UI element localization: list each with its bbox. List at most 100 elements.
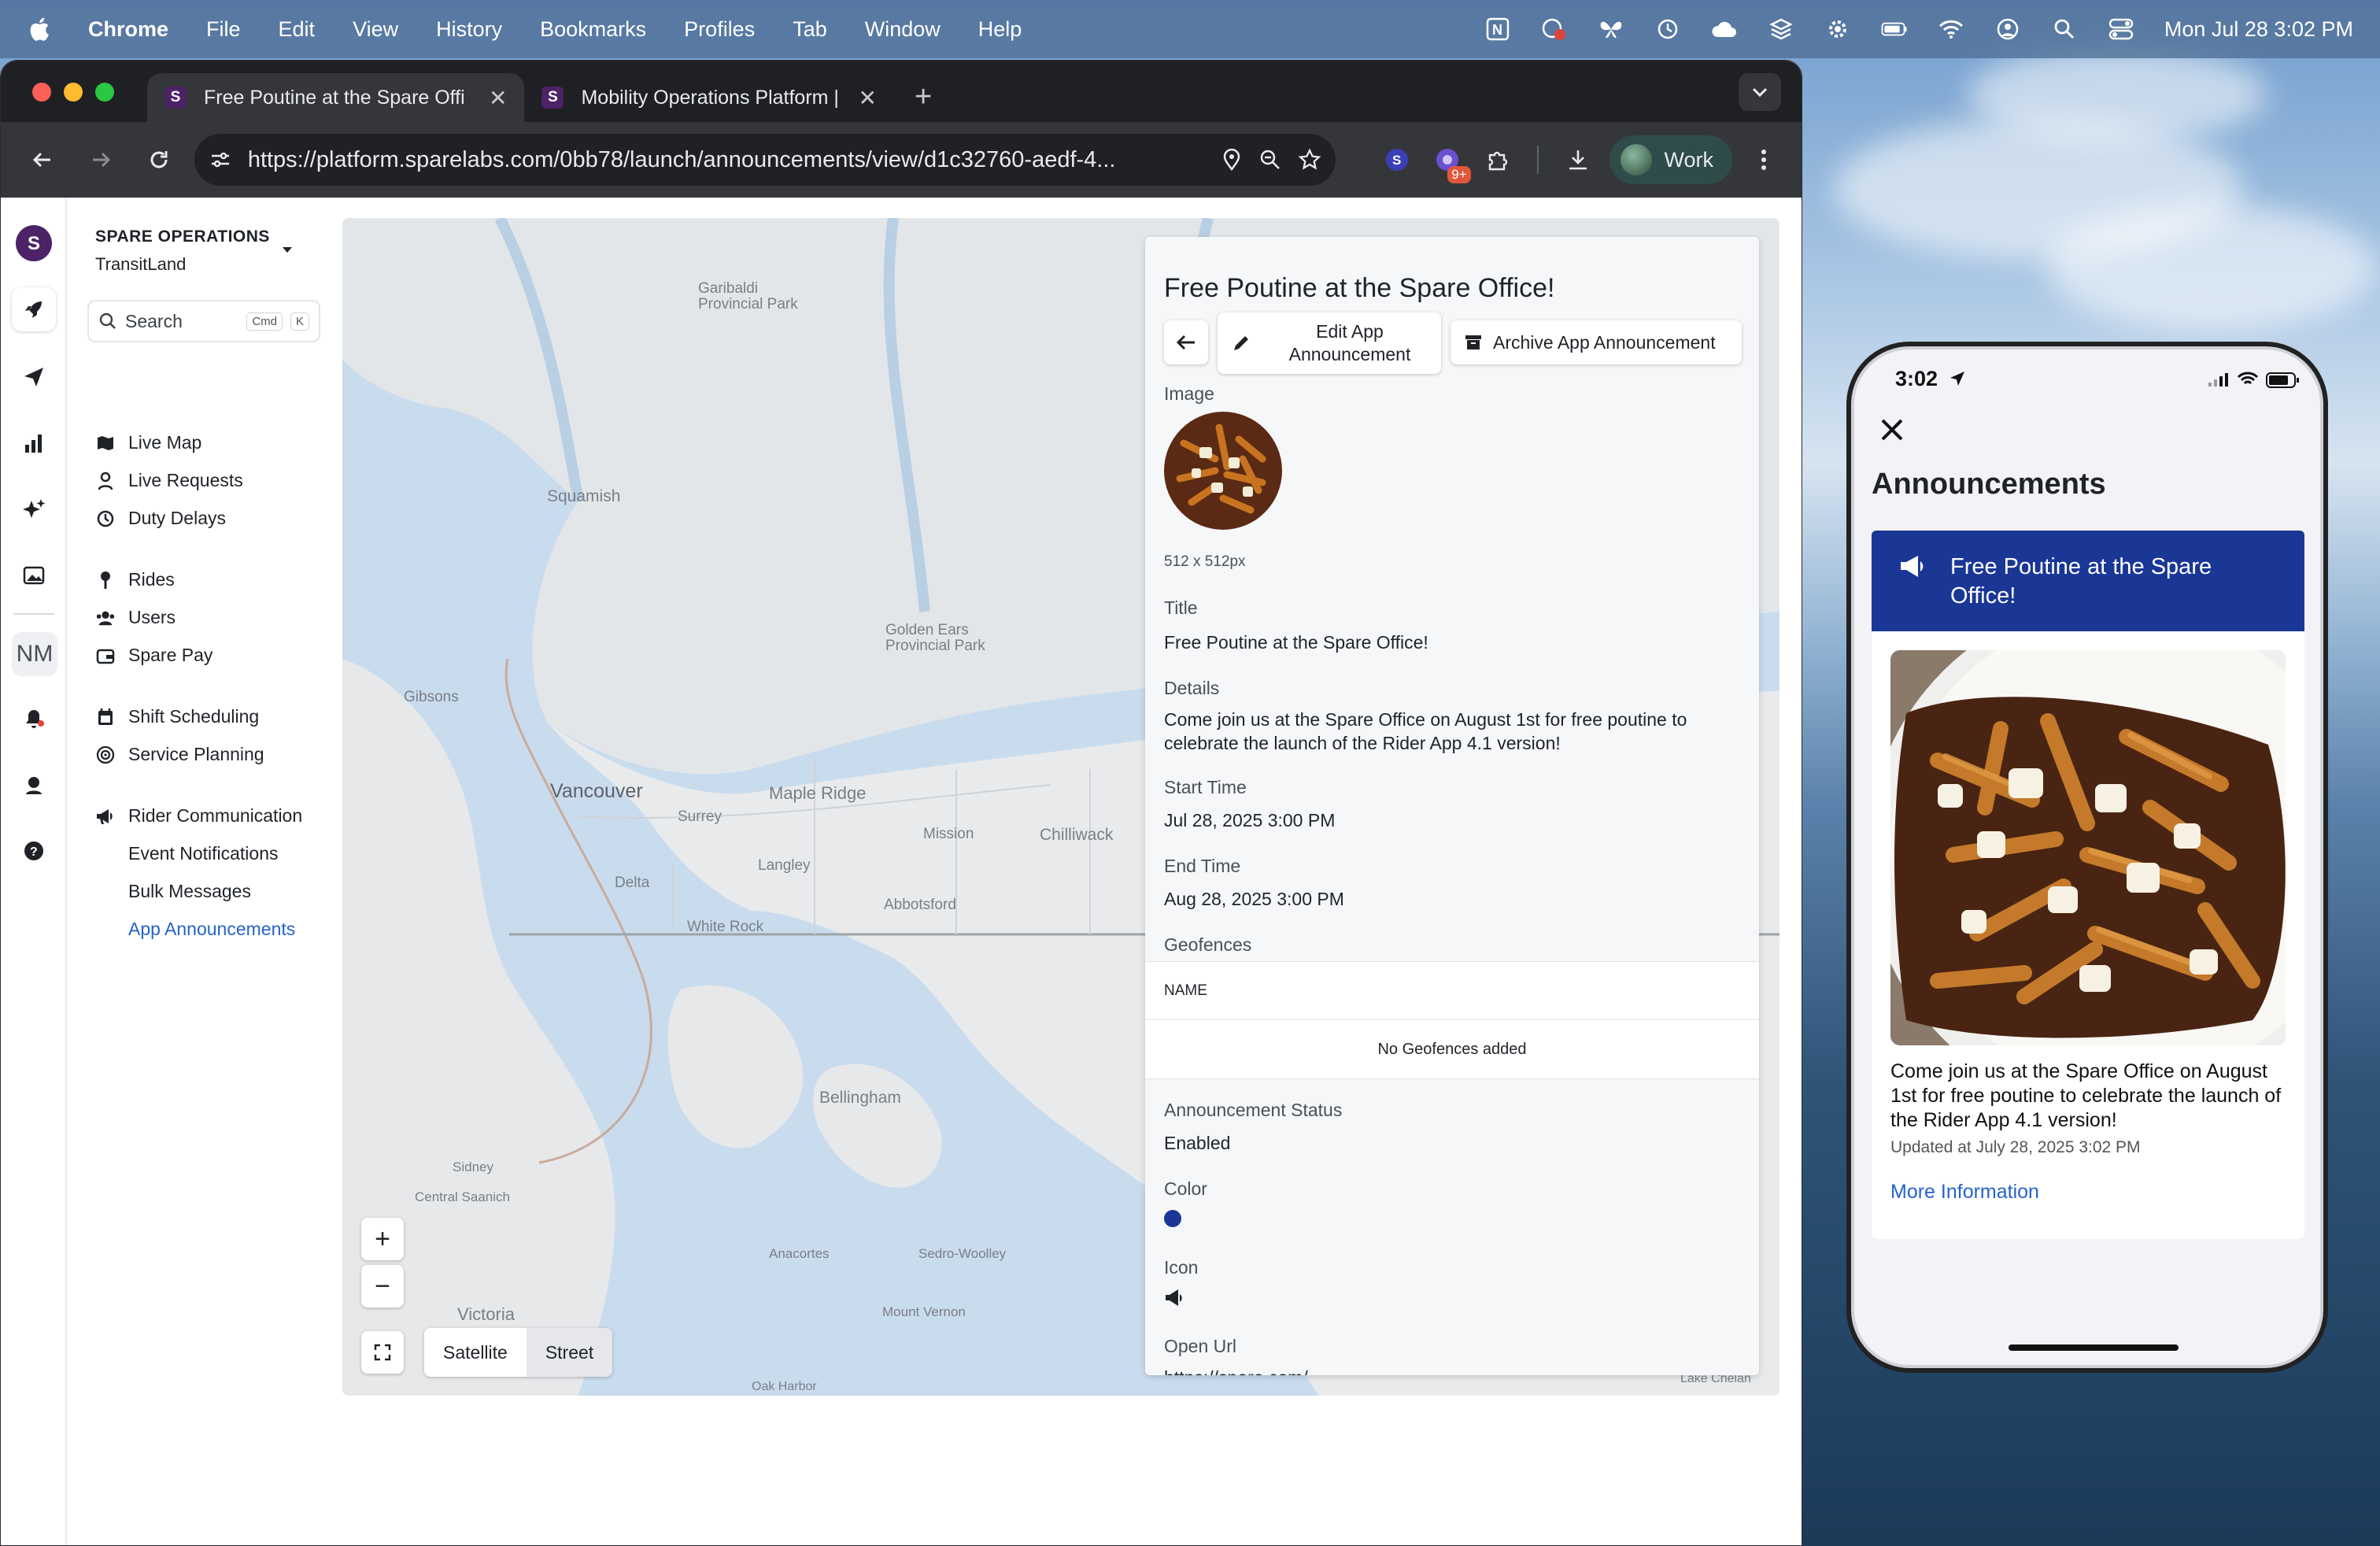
forward-button[interactable] <box>78 137 124 183</box>
megaphone-icon <box>95 806 116 827</box>
back-button[interactable] <box>1164 320 1208 364</box>
launch-rocket-icon[interactable] <box>12 287 56 331</box>
end-time-value: Aug 28, 2025 3:00 PM <box>1164 889 1344 909</box>
menu-clock[interactable]: Mon Jul 28 3:02 PM <box>2164 17 2353 42</box>
zoom-out-button[interactable]: − <box>361 1265 404 1307</box>
profile-button[interactable]: Work <box>1609 135 1733 184</box>
cloud-icon[interactable] <box>1711 16 1738 43</box>
new-tab-icon[interactable]: + <box>915 80 932 122</box>
nav-app-announcements[interactable]: App Announcements <box>128 919 295 940</box>
satellite-toggle[interactable]: Satellite <box>424 1328 527 1377</box>
title-value: Free Poutine at the Spare Office! <box>1164 632 1428 653</box>
download-icon[interactable] <box>1559 141 1597 179</box>
edit-announcement-button[interactable]: Edit App Announcement <box>1218 313 1441 374</box>
image-size: 512 x 512px <box>1164 553 1246 570</box>
zoom-in-button[interactable]: + <box>361 1218 404 1260</box>
record-icon[interactable] <box>1541 16 1568 43</box>
nav-service-planning[interactable]: Service Planning <box>95 744 264 765</box>
menu-edit[interactable]: Edit <box>279 17 316 42</box>
color-swatch <box>1164 1210 1181 1227</box>
tab-search-button[interactable] <box>1739 73 1781 111</box>
spare-extension-icon[interactable]: S <box>1378 141 1416 179</box>
minimize-window-button[interactable] <box>64 83 83 102</box>
zoom-window-button[interactable] <box>95 83 114 102</box>
spotlight-search-icon[interactable] <box>2051 16 2078 43</box>
nav-bulk-messages[interactable]: Bulk Messages <box>128 881 251 902</box>
reload-button[interactable] <box>136 137 182 183</box>
nav-live-map[interactable]: Live Map <box>95 432 201 453</box>
back-button[interactable] <box>20 137 65 183</box>
bookmark-star-icon[interactable] <box>1298 148 1321 172</box>
end-time-label: End Time <box>1164 856 1241 876</box>
send-icon[interactable] <box>12 355 56 399</box>
open-url-value[interactable]: https://spare.com/ <box>1164 1366 1739 1375</box>
sparkles-icon[interactable] <box>12 487 56 531</box>
phone-time: 3:02 <box>1895 367 1938 390</box>
megaphone-icon <box>1164 1289 1186 1311</box>
menu-profiles[interactable]: Profiles <box>684 17 755 42</box>
menu-view[interactable]: View <box>353 17 398 42</box>
support-agent-icon[interactable] <box>12 763 56 807</box>
close-tab-icon[interactable]: ✕ <box>489 85 507 111</box>
close-tab-icon[interactable]: ✕ <box>858 85 876 111</box>
nav-duty-delays[interactable]: Duty Delays <box>95 508 226 529</box>
extension-with-badge-icon[interactable]: 9+ <box>1428 141 1471 183</box>
stack-icon[interactable] <box>1768 16 1794 43</box>
analytics-icon[interactable] <box>12 421 56 465</box>
map-label: Sidney <box>453 1160 493 1174</box>
web-page: S NM ? SPARE OPERATIONS TransitLand Sear… <box>1 198 1802 1545</box>
close-icon[interactable] <box>1876 414 1908 446</box>
site-settings-icon[interactable] <box>209 148 232 172</box>
map-label: Mission <box>923 826 974 842</box>
menu-app-name[interactable]: Chrome <box>88 17 168 42</box>
search-input[interactable]: Search Cmd K <box>87 300 320 342</box>
street-toggle[interactable]: Street <box>526 1328 613 1377</box>
nav-shift-scheduling[interactable]: Shift Scheduling <box>95 706 259 727</box>
menu-history[interactable]: History <box>436 17 502 42</box>
tab-mobility-platform[interactable]: S Mobility Operations Platform | ✕ <box>524 73 893 122</box>
close-window-button[interactable] <box>32 83 51 102</box>
notifications-bell-icon[interactable] <box>12 697 56 741</box>
nav-live-requests[interactable]: Live Requests <box>95 470 243 491</box>
control-center-icon[interactable] <box>2108 16 2134 43</box>
signal-icon <box>2208 373 2228 386</box>
butterfly-icon[interactable] <box>1598 16 1624 43</box>
fullscreen-button[interactable] <box>361 1331 404 1374</box>
menu-tab[interactable]: Tab <box>793 17 827 42</box>
nav-spare-pay[interactable]: Spare Pay <box>95 645 213 666</box>
address-bar[interactable]: https://platform.sparelabs.com/0bb78/lau… <box>194 134 1336 186</box>
nav-users[interactable]: Users <box>95 607 176 628</box>
wifi-icon[interactable] <box>1938 16 1964 43</box>
notion-icon[interactable]: N <box>1484 16 1511 43</box>
org-switcher[interactable]: SPARE OPERATIONS TransitLand <box>95 227 270 275</box>
nav-rider-communication[interactable]: Rider Communication <box>95 805 302 827</box>
extensions-puzzle-icon[interactable] <box>1479 141 1517 179</box>
announcement-banner: Free Poutine at the Spare Office! <box>1872 531 2304 631</box>
archive-announcement-button[interactable]: Archive App Announcement <box>1451 320 1742 364</box>
menu-file[interactable]: File <box>206 17 241 42</box>
spare-logo-icon[interactable]: S <box>12 221 56 265</box>
announcement-card[interactable]: Free Poutine at the Spare Office! Come j… <box>1872 531 2304 1239</box>
zoom-icon[interactable] <box>1258 148 1282 172</box>
location-icon[interactable] <box>1221 148 1243 172</box>
tab-announcement[interactable]: S Free Poutine at the Spare Offi ✕ <box>147 73 525 122</box>
nav-rides[interactable]: Rides <box>95 569 175 590</box>
user-initials-avatar[interactable]: NM <box>12 632 57 676</box>
caret-down-icon[interactable] <box>281 245 294 254</box>
phone-simulator: 3:02 Announcements Free Poutine at the S… <box>1851 346 2323 1368</box>
nav-event-notifications[interactable]: Event Notifications <box>128 843 278 864</box>
help-icon[interactable]: ? <box>12 829 56 873</box>
chrome-menu-icon[interactable] <box>1745 141 1783 179</box>
menu-bookmarks[interactable]: Bookmarks <box>540 17 646 42</box>
arrow-right-icon <box>92 152 111 168</box>
menu-window[interactable]: Window <box>865 17 941 42</box>
browser-window: S Free Poutine at the Spare Offi ✕ S Mob… <box>0 60 1802 1546</box>
menu-help[interactable]: Help <box>978 17 1022 42</box>
url-text[interactable]: https://platform.sparelabs.com/0bb78/lau… <box>248 147 1205 173</box>
apple-icon[interactable] <box>27 16 50 43</box>
image-icon[interactable] <box>12 553 56 597</box>
more-information-link[interactable]: More Information <box>1890 1181 2039 1204</box>
gear-icon[interactable] <box>1824 16 1851 43</box>
sync-icon[interactable] <box>1654 16 1681 43</box>
user-account-icon[interactable] <box>1994 16 2021 43</box>
